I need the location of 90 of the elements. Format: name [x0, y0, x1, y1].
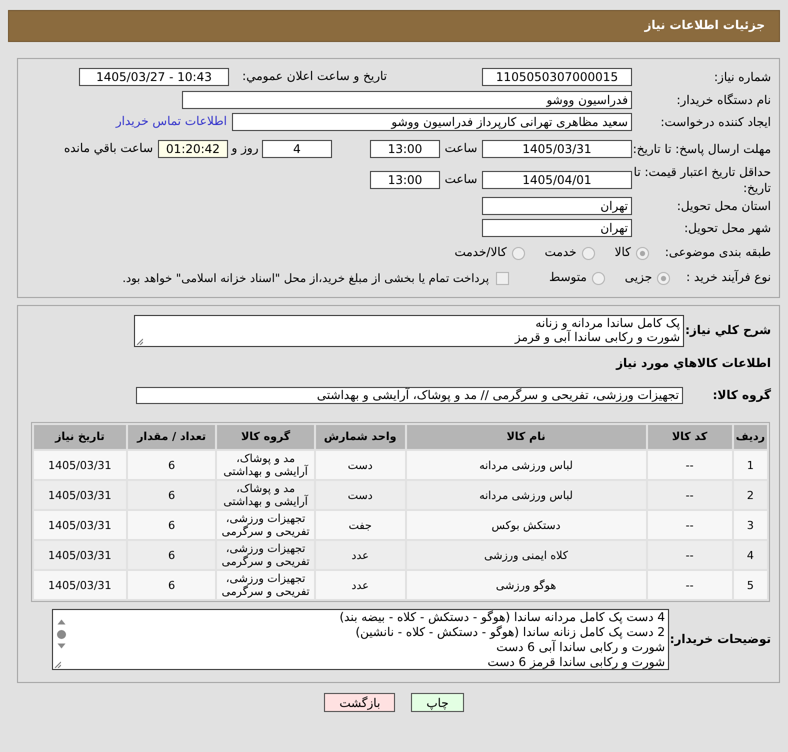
table-cell: 3 — [734, 511, 767, 539]
field-label: نوع فرآیند خرید : — [686, 270, 771, 286]
table-cell: 6 — [128, 541, 216, 569]
field-label: ایجاد کننده درخواست: — [659, 114, 771, 130]
validity-time-field[interactable]: 13:00 — [370, 171, 440, 189]
field-label: استان محل تحویل: — [676, 198, 771, 214]
table-cell: 1405/03/31 — [34, 511, 126, 539]
table-cell: 1 — [734, 451, 767, 479]
field-label: نام دستگاه خریدار: — [676, 92, 771, 108]
table-cell: 1405/03/31 — [34, 451, 126, 479]
notes-field[interactable]: 4 دست پک کامل مردانه ساندا (هوگو - دستکش - کلاه - بیضه بند) 2 دست پک کامل زنانه ساندا (هوگو - دستکش - کلاه - نانشین) شورت و رکابی ساندا آبی 6 دست شورت و رکابی ساندا قرمز 6 دست — [52, 609, 669, 670]
field-label: شهر محل تحویل: — [683, 220, 771, 236]
contact-link[interactable]: اطلاعات تماس خریدار — [116, 114, 227, 130]
resize-handle-icon[interactable] — [54, 661, 61, 668]
table-cell: -- — [648, 541, 732, 569]
field-label: شرح کلي نیاز: — [684, 323, 771, 339]
table-cell: تجهیزات ورزشی، تفریحی و سرگرمی — [217, 571, 314, 599]
scroll-thumb-icon[interactable] — [57, 630, 66, 639]
field-label: طبقه بندی موضوعی: — [664, 245, 771, 261]
column-header: گروه کالا — [217, 425, 314, 449]
table-cell: عدد — [316, 541, 405, 569]
field-label: شماره نیاز: — [713, 69, 771, 85]
table-cell: 1405/03/31 — [34, 571, 126, 599]
scroll-down-icon[interactable] — [57, 643, 66, 649]
remaining-time-field[interactable]: 01:20:42 — [158, 140, 228, 158]
deadline-date-field[interactable]: 1405/03/31 — [482, 140, 632, 158]
table-cell: -- — [648, 511, 732, 539]
column-header: واحد شمارش — [316, 425, 405, 449]
table-cell: دست — [316, 481, 405, 509]
resize-handle-icon[interactable] — [136, 338, 143, 345]
column-header: تاریخ نیاز — [34, 425, 126, 449]
table-cell: 2 — [734, 481, 767, 509]
field-label: مهلت ارسال پاسخ: تا تاریخ: — [632, 141, 771, 157]
scroll-up-icon[interactable] — [57, 619, 66, 625]
table-cell: مد و پوشاک، آرایشی و بهداشتی — [217, 481, 314, 509]
option-label: خدمت — [544, 245, 577, 261]
city-field[interactable]: تهران — [482, 219, 632, 237]
field-label: توضیحات خریدار: — [669, 632, 771, 648]
table-cell: هوگو ورزشی — [406, 571, 646, 599]
table-cell: تجهیزات ورزشی، تفریحی و سرگرمی — [217, 511, 314, 539]
option-label: کالا/خدمت — [454, 245, 507, 261]
table-cell: -- — [648, 481, 732, 509]
table-cell: لباس ورزشی مردانه — [406, 481, 646, 509]
table-cell: لباس ورزشی مردانه — [406, 451, 646, 479]
table-cell: 1405/03/31 — [34, 481, 126, 509]
column-header: نام کالا — [406, 425, 646, 449]
table-cell: عدد — [316, 571, 405, 599]
validity-date-field[interactable]: 1405/04/01 — [482, 171, 632, 189]
table-cell: تجهیزات ورزشی، تفریحی و سرگرمی — [217, 541, 314, 569]
table-cell: 6 — [128, 511, 216, 539]
table-cell: 6 — [128, 481, 216, 509]
days-field[interactable]: 4 — [262, 140, 332, 158]
requester-field[interactable]: سعید مظاهری تهرانی کارپرداز فدراسیون ووشو — [232, 113, 632, 131]
days-label: روز و — [230, 141, 260, 157]
table-cell: 6 — [128, 571, 216, 599]
section-title: اطلاعات کالاهاي مورد نیاز — [614, 355, 771, 371]
need-number-field[interactable]: 1105050307000015 — [482, 68, 632, 86]
column-header: ردیف — [734, 425, 767, 449]
page-title: جزئیات اطلاعات نیاز — [644, 18, 765, 34]
option-label: متوسط — [549, 270, 587, 286]
column-header: کد کالا — [648, 425, 732, 449]
table-cell: 4 — [734, 541, 767, 569]
column-header: تعداد / مقدار — [128, 425, 216, 449]
option-label: جزیی — [624, 270, 652, 286]
table-cell: 6 — [128, 451, 216, 479]
province-field[interactable]: تهران — [482, 197, 632, 215]
table-cell: 5 — [734, 571, 767, 599]
field-label: حداقل تاریخ اعتبار قیمت: تا تاریخ: — [632, 164, 771, 196]
print-button[interactable]: چاپ — [411, 693, 464, 712]
back-button[interactable]: بازگشت — [324, 693, 396, 712]
deadline-time-field[interactable]: 13:00 — [370, 140, 440, 158]
table-cell: کلاه ایمنی ورزشی — [406, 541, 646, 569]
table-cell: مد و پوشاک، آرایشی و بهداشتی — [217, 451, 314, 479]
option-label: کالا — [614, 245, 631, 261]
time-label: ساعت — [444, 141, 478, 157]
table-cell: 1405/03/31 — [34, 541, 126, 569]
table-cell: -- — [648, 571, 732, 599]
announce-date-field[interactable]: 1405/03/27 - 10:43 — [79, 68, 229, 86]
goods-group-field[interactable]: تجهیزات ورزشی، تفریحی و سرگرمی // مد و پوشاک، آرایشی و بهداشتی — [136, 387, 683, 404]
remaining-label: ساعت باقي مانده — [64, 141, 153, 157]
table-cell: -- — [648, 451, 732, 479]
table-cell: دست — [316, 451, 405, 479]
checkbox-label: پرداخت تمام یا بخشی از مبلغ خرید،از محل "اسناد خزانه اسلامی" خواهد بود. — [122, 270, 490, 286]
field-label: گروه کالا: — [712, 388, 771, 404]
buyer-org-field[interactable]: فدراسیون ووشو — [182, 90, 632, 108]
field-label: تاریخ و ساعت اعلان عمومي: — [241, 69, 387, 85]
description-field[interactable]: پک کامل ساندا مردانه و زنانه شورت و رکابی ساندا آبی و قرمز — [134, 315, 684, 347]
time-label: ساعت — [444, 172, 478, 188]
table-cell: جفت — [316, 511, 405, 539]
table-cell: دستکش بوکس — [406, 511, 646, 539]
